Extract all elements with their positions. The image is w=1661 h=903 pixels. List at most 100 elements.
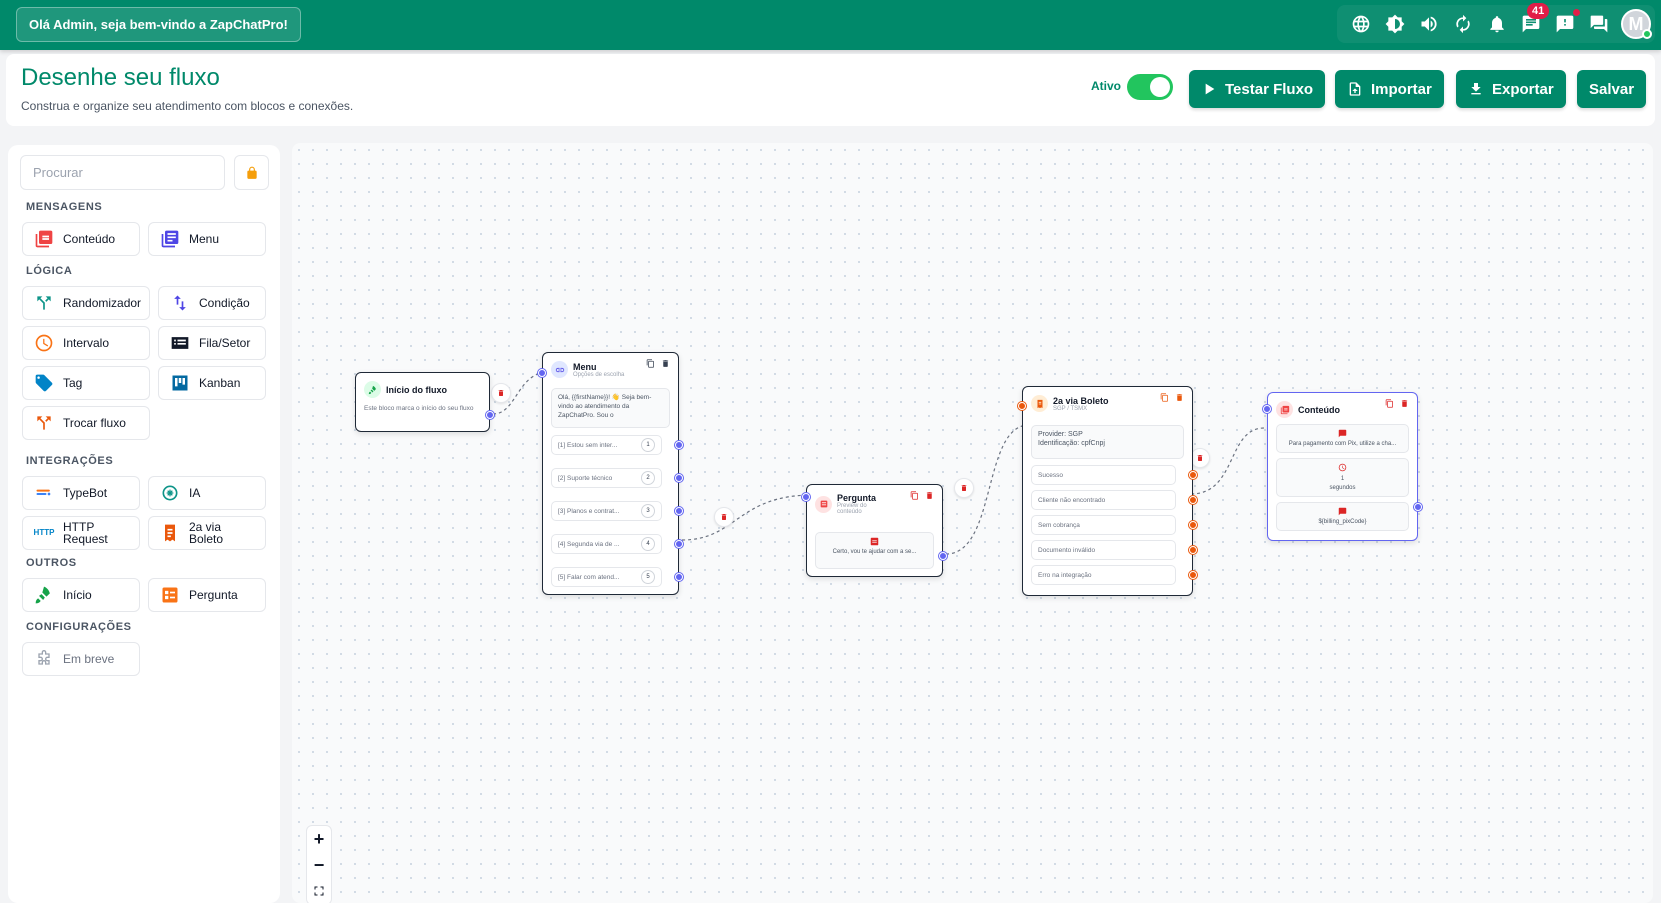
block-fila[interactable]: Fila/Setor (158, 326, 266, 360)
node-actions (1385, 399, 1409, 408)
fullscreen-icon (314, 886, 324, 896)
lock-button[interactable] (234, 155, 269, 190)
block-label: TypeBot (63, 486, 108, 500)
output-handle[interactable] (675, 507, 683, 515)
output-handle[interactable] (675, 474, 683, 482)
block-tag[interactable]: Tag (22, 366, 150, 400)
bell-icon[interactable] (1485, 12, 1509, 36)
globe-icon[interactable] (1349, 12, 1373, 36)
volume-icon[interactable] (1417, 12, 1441, 36)
input-handle[interactable] (1263, 405, 1271, 413)
fork-icon (33, 412, 55, 434)
node-conteudo[interactable]: Conteúdo Para pagamento com Pix, utilize… (1263, 392, 1422, 541)
block-conteudo[interactable]: Conteúdo (22, 222, 140, 256)
block-intervalo[interactable]: Intervalo (22, 326, 150, 360)
receipt-icon (159, 522, 181, 544)
menu-option[interactable]: [3] Planos e contrat... 3 (551, 501, 662, 521)
alert-icon[interactable] (1553, 9, 1580, 36)
test-flow-button[interactable]: Testar Fluxo (1189, 70, 1326, 108)
import-label: Importar (1371, 80, 1432, 98)
trash-icon[interactable] (1175, 393, 1184, 402)
node-menu[interactable]: Menu Opções de escolha Olá, {{firstName}… (538, 352, 683, 595)
trash-icon (721, 514, 727, 520)
edge-delete-button[interactable] (491, 383, 511, 403)
output-handle[interactable] (1189, 571, 1197, 579)
block-label: Fila/Setor (199, 336, 251, 350)
blocks-sidebar: MENSAGENS Conteúdo Menu LÓGICA Randomiza… (8, 145, 280, 903)
block-trocar-fluxo[interactable]: Trocar fluxo (22, 406, 150, 440)
trash-icon[interactable] (661, 359, 670, 368)
output-handle[interactable] (939, 552, 947, 560)
menu-option[interactable]: [2] Suporte técnico 2 (551, 468, 662, 488)
zoom-in-button[interactable]: + (307, 826, 331, 852)
content-message: ${billing_pixCode} (1276, 502, 1409, 531)
toggle-knob (1150, 77, 1170, 97)
block-label: Intervalo (63, 336, 110, 350)
copy-icon[interactable] (1160, 393, 1169, 402)
block-typebot[interactable]: TypeBot (22, 476, 140, 510)
node-actions (646, 359, 670, 368)
question-content: Certo, vou te ajudar com a se... (815, 532, 934, 569)
option-label: [5] Falar com atend... (558, 573, 620, 581)
edge-delete-button[interactable] (714, 507, 734, 527)
block-menu[interactable]: Menu (148, 222, 266, 256)
menu-option[interactable]: [1] Estou sem inter... 1 (551, 435, 662, 455)
output-handle[interactable] (1189, 546, 1197, 554)
refresh-icon[interactable] (1451, 12, 1475, 36)
node-title: Pergunta (837, 493, 877, 503)
input-handle[interactable] (538, 369, 546, 377)
output-handle[interactable] (1414, 503, 1422, 511)
output-handle[interactable] (486, 411, 494, 419)
edge-delete-button[interactable] (1190, 448, 1210, 468)
active-toggle[interactable] (1127, 74, 1173, 100)
node-inicio[interactable]: Início do fluxo Este bloco marca o iníci… (355, 372, 494, 432)
save-button[interactable]: Salvar (1577, 70, 1647, 108)
output-handle[interactable] (1189, 521, 1197, 529)
edge-delete-button[interactable] (954, 478, 974, 498)
input-handle[interactable] (1018, 402, 1026, 410)
fit-view-button[interactable] (307, 878, 331, 903)
node-actions (910, 491, 934, 500)
block-pergunta[interactable]: Pergunta (148, 578, 266, 612)
avatar[interactable]: M (1621, 9, 1652, 39)
block-condicao[interactable]: Condição (158, 286, 266, 320)
zoom-out-button[interactable]: − (307, 852, 331, 878)
node-pergunta[interactable]: Pergunta Preview do conteúdo Certo, vou … (802, 484, 947, 577)
node-boleto[interactable]: 2a via Boleto SGP / TSMX Provider: SGP I… (1018, 386, 1197, 596)
block-2a-via-boleto[interactable]: 2a via Boleto (148, 516, 266, 550)
question-list-icon (815, 495, 832, 513)
export-button[interactable]: Exportar (1456, 70, 1566, 108)
menu-option[interactable]: [5] Falar com atend... 5 (551, 567, 662, 587)
menu-option[interactable]: [4] Segunda via de ... 4 (551, 534, 662, 554)
question-list-icon (159, 584, 181, 606)
block-randomizador[interactable]: Randomizador (22, 286, 150, 320)
output-handle[interactable] (1189, 496, 1197, 504)
output-handle[interactable] (675, 441, 683, 449)
trash-icon[interactable] (925, 491, 934, 500)
block-label: Tag (63, 376, 83, 390)
chat-icon[interactable]: 41 (1519, 3, 1550, 36)
block-http-request[interactable]: HTTP HTTP Request (22, 516, 140, 550)
import-button[interactable]: Importar (1335, 70, 1444, 108)
copy-icon[interactable] (910, 491, 919, 500)
copy-icon[interactable] (646, 359, 655, 368)
input-handle[interactable] (802, 493, 810, 501)
flow-canvas[interactable]: Início do fluxo Este bloco marca o iníci… (292, 143, 1653, 903)
brightness-icon[interactable] (1383, 12, 1407, 36)
block-label: Início (63, 588, 92, 602)
block-ia[interactable]: IA (148, 476, 266, 510)
block-inicio[interactable]: Início (22, 578, 140, 612)
block-kanban[interactable]: Kanban (158, 366, 266, 400)
search-input[interactable] (20, 155, 225, 190)
block-label-line2: Request (63, 532, 108, 546)
node-subtitle: Opções de escolha (573, 371, 625, 378)
trash-icon[interactable] (1400, 399, 1409, 408)
play-icon (1205, 83, 1215, 95)
content-icon (870, 537, 879, 546)
output-handle[interactable] (1189, 471, 1197, 479)
output-handle[interactable] (675, 540, 683, 548)
section-title-mensagens: MENSAGENS (26, 201, 103, 213)
messages-icon[interactable] (1587, 12, 1611, 36)
copy-icon[interactable] (1385, 399, 1394, 408)
output-handle[interactable] (675, 573, 683, 581)
